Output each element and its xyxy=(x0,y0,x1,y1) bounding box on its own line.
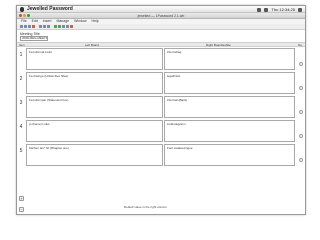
save-icon[interactable] xyxy=(28,25,31,28)
wifi-icon[interactable] xyxy=(257,8,261,12)
cut-icon[interactable] xyxy=(39,25,42,28)
row-radio[interactable] xyxy=(299,86,303,90)
table-row: 5 Kitchen am* hit (Rhapsie one) Font est… xyxy=(17,143,305,167)
row-radio[interactable] xyxy=(299,62,303,66)
table-row: 3 Fa Informpar (Statement hve) informal … xyxy=(17,95,305,119)
row-number: 1 xyxy=(18,52,24,58)
help-icon[interactable] xyxy=(70,25,73,28)
bold-icon[interactable] xyxy=(62,25,65,28)
left-cell[interactable]: Fa Informal Links xyxy=(26,48,163,70)
table-row: 4 (s theme) Links Linkimages/m xyxy=(17,119,305,143)
row-radio[interactable] xyxy=(299,110,303,114)
toolbar xyxy=(17,24,305,30)
undo-icon[interactable] xyxy=(54,25,57,28)
left-cell[interactable]: (s theme) Links xyxy=(26,120,163,142)
open-icon[interactable] xyxy=(24,25,27,28)
copy-icon[interactable] xyxy=(43,25,46,28)
paste-icon[interactable] xyxy=(47,25,50,28)
left-cell[interactable]: Fa Informpar (Statement hve) xyxy=(26,96,163,118)
right-cell[interactable]: Linkimages/m xyxy=(164,120,295,142)
table-row: 1 Fa Informal Links informdrag xyxy=(17,47,305,71)
battery-icon[interactable] xyxy=(264,8,268,12)
row-number: 4 xyxy=(18,124,24,130)
right-cell[interactable]: informal (Back) xyxy=(164,96,295,118)
system-menubar: Jewelled Password Thu 12:34:25 xyxy=(17,6,305,13)
add-row-button[interactable]: + xyxy=(19,196,24,201)
print-icon[interactable] xyxy=(32,25,35,28)
right-cell[interactable]: informdrag xyxy=(164,48,295,70)
apple-icon[interactable] xyxy=(20,7,24,12)
table-row: 2 Fa rhetrigo (Uzbek files hifes) legeth… xyxy=(17,71,305,95)
row-number: 3 xyxy=(18,100,24,106)
spotlight-icon[interactable] xyxy=(298,8,302,12)
left-cell[interactable]: Fa rhetrigo (Uzbek files hifes) xyxy=(26,72,163,94)
new-icon[interactable] xyxy=(20,25,23,28)
right-cell[interactable]: legethistic xyxy=(164,72,295,94)
meeting-title-field[interactable]: 2008-MEG-MEETINGNAME xyxy=(20,36,48,41)
footer-hint: Default value in the right column xyxy=(124,205,167,209)
left-cell[interactable]: Kitchen am* hit (Rhapsie one) xyxy=(26,144,163,166)
system-status-area: Thu 12:34:25 xyxy=(257,6,302,13)
app-window: Jewelled Password Thu 12:34:25 jewelled … xyxy=(16,5,306,215)
redo-icon[interactable] xyxy=(58,25,61,28)
app-name[interactable]: Jewelled Password xyxy=(27,6,73,13)
row-number: 5 xyxy=(18,148,24,154)
right-cell[interactable]: Font estates-lingue xyxy=(164,144,295,166)
italic-icon[interactable] xyxy=(66,25,69,28)
clock-text[interactable]: Thu 12:34:25 xyxy=(271,6,295,13)
row-number: 2 xyxy=(18,76,24,82)
row-radio[interactable] xyxy=(299,134,303,138)
row-radio[interactable] xyxy=(299,158,303,162)
remove-row-button[interactable]: − xyxy=(19,207,24,212)
